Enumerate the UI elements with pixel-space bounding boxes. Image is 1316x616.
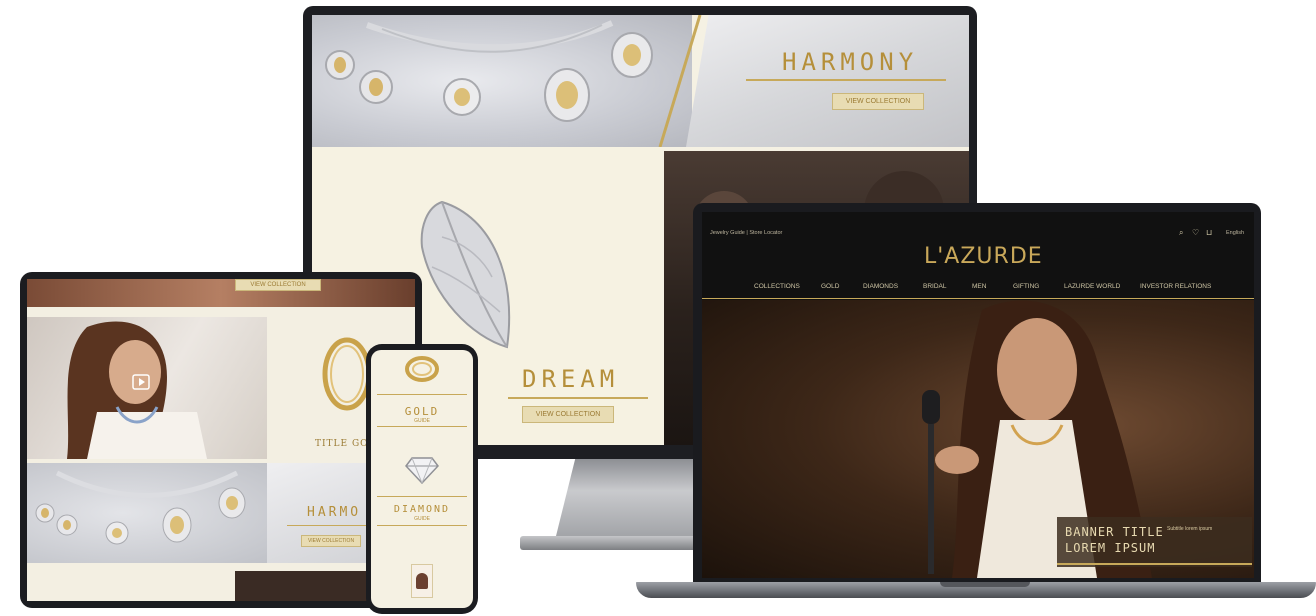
phone-diamond-guide: GUIDE	[414, 516, 430, 522]
dream-view-collection-button[interactable]: VIEW COLLECTION	[522, 406, 614, 423]
nav-men[interactable]: MEN	[972, 283, 986, 290]
laptop-screen: Jewelry Guide | Store Locator ⌕ ♡ ⊔ Engl…	[702, 212, 1254, 578]
phone-gold-title: GOLD	[404, 405, 440, 418]
phone-diamond-title: DIAMOND	[393, 504, 451, 515]
tablet-top-view-collection-button[interactable]: VIEW COLLECTION	[235, 279, 321, 291]
site-header: Jewelry Guide | Store Locator ⌕ ♡ ⊔ Engl…	[702, 212, 1254, 302]
nav-collections[interactable]: COLLECTIONS	[754, 283, 800, 290]
phone-divider-3	[377, 496, 467, 497]
harmony-view-collection-button[interactable]: VIEW COLLECTION	[832, 93, 924, 110]
phone-screen: GOLD GUIDE DIAMOND GUIDE	[371, 350, 473, 608]
brand-logo[interactable]: L'AZURDE	[924, 244, 1043, 269]
dream-divider	[508, 397, 648, 399]
header-divider	[702, 298, 1254, 299]
phone-divider-2	[377, 426, 467, 427]
nav-lazurde-world[interactable]: LAZURDE WORLD	[1064, 283, 1120, 290]
jewelry-set-image	[312, 15, 692, 147]
diamond-icon	[405, 457, 439, 484]
tablet-top-strip: VIEW COLLECTION	[27, 279, 415, 307]
phone-divider-1	[377, 394, 467, 395]
tablet-screen: VIEW COLLECTION TITLE GOES HARMO VIEW CO…	[27, 279, 415, 601]
harmony-title: HARMONY	[782, 48, 919, 76]
banner-underline	[1057, 563, 1252, 565]
nav-gold[interactable]: GOLD	[821, 283, 839, 290]
tablet-harmony-view-collection-button[interactable]: VIEW COLLECTION	[301, 535, 361, 547]
dream-title: DREAM	[522, 365, 620, 393]
harmony-panel: HARMONY VIEW COLLECTION	[686, 15, 969, 147]
harmony-divider	[746, 79, 946, 81]
banner-subtitle: Subtitle lorem ipsum	[1167, 526, 1213, 532]
nav-investor-relations[interactable]: INVESTOR RELATIONS	[1140, 283, 1211, 290]
search-icon[interactable]: ⌕	[1179, 228, 1183, 238]
cart-icon[interactable]: ⊔	[1206, 228, 1212, 237]
banner-title-line2: LOREM IPSUM	[1065, 541, 1156, 555]
diamond-leaf-image	[420, 200, 511, 349]
play-video-icon[interactable]	[137, 369, 153, 383]
phone-divider-4	[377, 525, 467, 526]
top-links[interactable]: Jewelry Guide | Store Locator	[710, 230, 782, 236]
nav-bridal[interactable]: BRIDAL	[923, 283, 946, 290]
gold-rings-image	[405, 356, 439, 382]
banner-caption: BANNER TITLE LOREM IPSUM Subtitle lorem …	[1057, 517, 1252, 567]
nav-diamonds[interactable]: DIAMONDS	[863, 283, 898, 290]
phone-thumbnail	[411, 564, 433, 598]
tablet-portrait	[27, 317, 267, 459]
wishlist-icon[interactable]: ♡	[1192, 228, 1199, 237]
tablet-harmony-title: HARMO	[307, 505, 362, 520]
language-switch[interactable]: English	[1226, 230, 1244, 236]
phone-gold-guide: GUIDE	[414, 418, 430, 424]
banner-title-line1: BANNER TITLE	[1065, 525, 1164, 539]
laptop-notch	[940, 582, 1030, 587]
tablet-jewelry-image	[27, 463, 267, 563]
nav-gifting[interactable]: GIFTING	[1013, 283, 1039, 290]
